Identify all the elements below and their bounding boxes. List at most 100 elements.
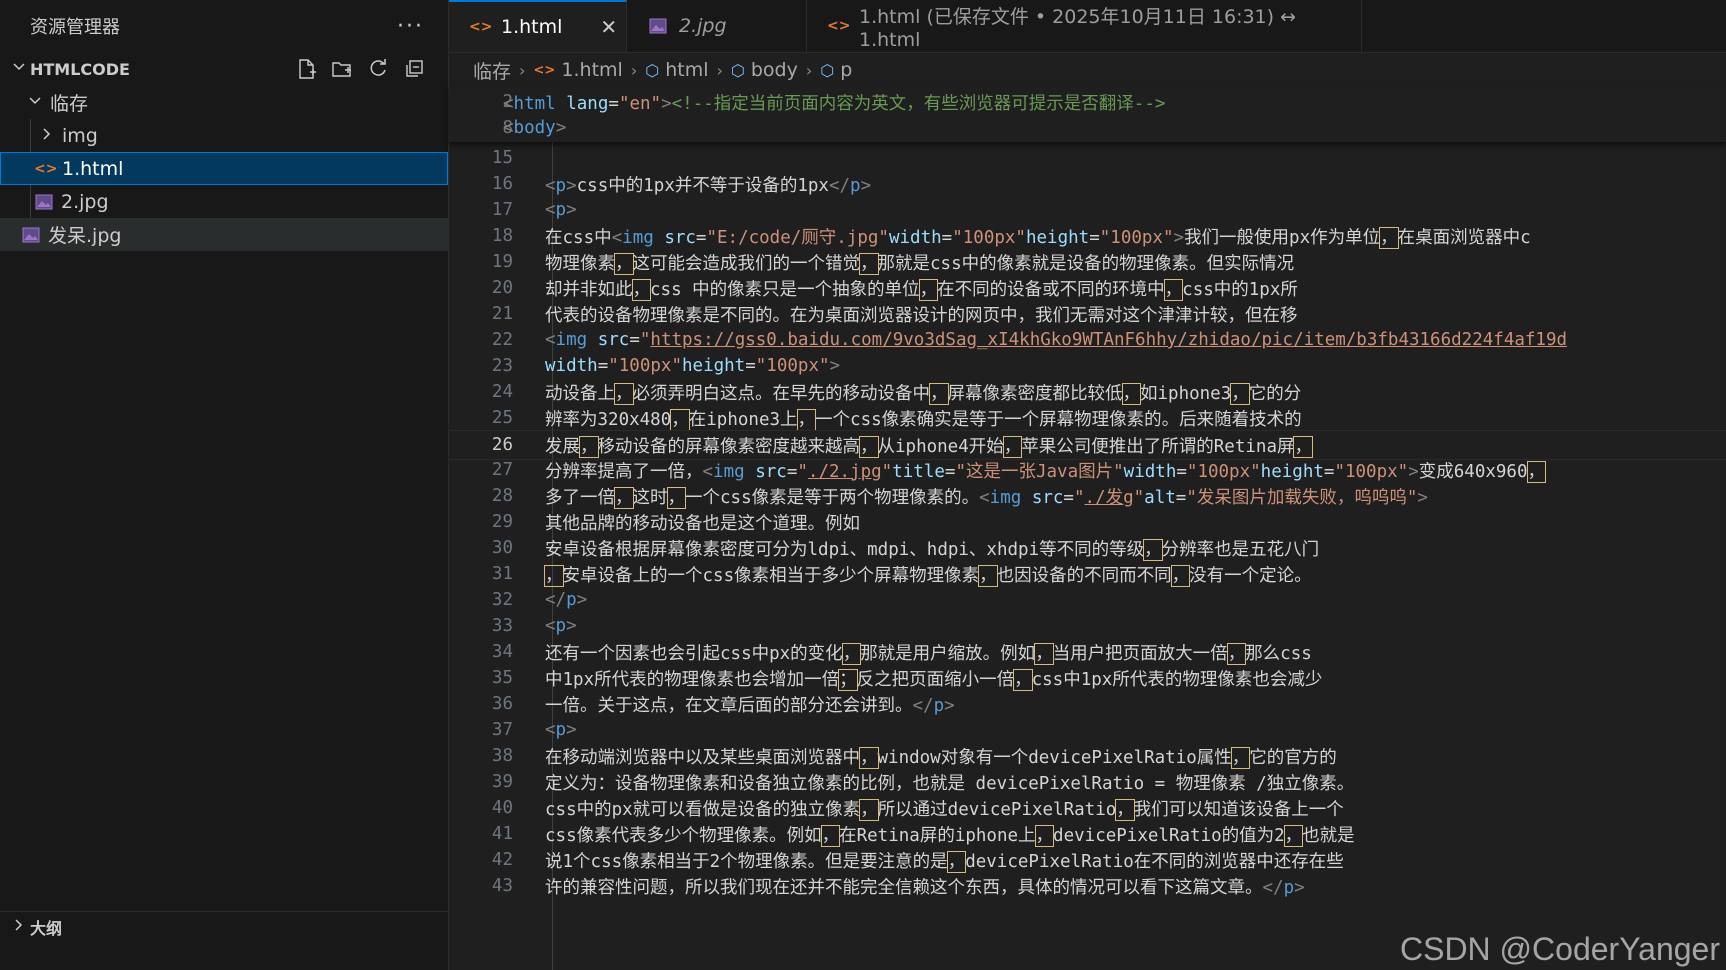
code-line[interactable]: 38 在移动端浏览器中以及某些桌面浏览器中，window对象有一个devicePi… bbox=[449, 742, 1726, 770]
code-token: src bbox=[755, 461, 787, 482]
breadcrumb-item[interactable]: 临存 bbox=[473, 57, 511, 84]
code-token: ， bbox=[1163, 278, 1184, 301]
code-token: < bbox=[545, 330, 556, 350]
code-token: "100px" bbox=[608, 356, 682, 376]
code-line[interactable]: 31 ，安卓设备上的一个css像素相当于多少个屏幕物理像素，也因设备的不同而不同，… bbox=[449, 560, 1726, 588]
chevron-right-icon bbox=[36, 127, 58, 145]
code-line[interactable]: 22 <img src="https://gss0.baidu.com/9vo3d… bbox=[449, 326, 1726, 354]
code-token: 动设备上 bbox=[545, 383, 615, 404]
code-line[interactable]: 19 物理像素，这可能会造成我们的一个错觉，那就是css中的像素就是设备的物理像素… bbox=[449, 248, 1726, 276]
code-line[interactable]: 41 css像素代表多少个物理像素。例如，在Retina屏的iphone上，dev… bbox=[449, 820, 1726, 848]
collapse-all-icon[interactable] bbox=[402, 57, 426, 81]
workspace-section[interactable]: HTMLCODE bbox=[0, 52, 448, 86]
code-token: 这可能会造成我们的一个错觉 bbox=[632, 253, 861, 274]
code-text: 物理像素，这可能会造成我们的一个错觉，那就是css中的像素就是设备的物理像素。但… bbox=[545, 250, 1294, 275]
code-token: ， bbox=[614, 486, 634, 509]
code-line[interactable]: 21 代表的设备物理像素是不同的。在为桌面浏览器设计的网页中，我们无需对这个津津计… bbox=[449, 300, 1726, 328]
element-icon: ⬡ bbox=[730, 60, 745, 80]
code-line[interactable]: 37 <p> bbox=[449, 716, 1726, 744]
code-line[interactable]: 33 <p> bbox=[449, 612, 1726, 640]
code-token: = bbox=[1323, 461, 1335, 482]
code-line[interactable]: 29 其他品牌的移动设备也是这个道理。例如 bbox=[449, 508, 1726, 536]
code-line[interactable]: 43 许的兼容性问题，所以我们现在还并不能完全信赖这个东西，具体的情况可以看下这篇… bbox=[449, 872, 1726, 900]
code-token: 还有一个因素也会引起css中px的变化 bbox=[545, 643, 843, 664]
code-token: < bbox=[545, 200, 556, 220]
code-token: ， bbox=[820, 824, 841, 847]
line-number: 35 bbox=[491, 668, 513, 688]
tree-label: img bbox=[62, 124, 98, 147]
line-number: 31 bbox=[491, 564, 513, 584]
code-token: <!--指定当前页面内容为英文，有些浏览器可提示是否翻译--> bbox=[671, 93, 1166, 114]
new-file-icon[interactable] bbox=[294, 57, 318, 81]
code-token: 当用户把页面放大一倍 bbox=[1052, 643, 1228, 664]
html-file-icon: <> bbox=[469, 19, 493, 35]
code-token: 在桌面浏览器中c bbox=[1397, 227, 1531, 248]
code-line[interactable]: 24 动设备上，必须弄明白这点。在早先的移动设备中，屏幕像素密度都比较低，如iph… bbox=[449, 378, 1726, 406]
code-token: 其他品牌的移动设备也是这个道理。例如 bbox=[545, 513, 860, 534]
code-token: devicePixelRatio在不同的浏览器中还存在些 bbox=[965, 851, 1344, 872]
code-token: css 中的像素只是一个抽象的单位 bbox=[650, 279, 920, 300]
chevron-right-icon: › bbox=[519, 60, 526, 80]
code-token: ， bbox=[670, 408, 690, 431]
code-token: "E:/code/厕守.jpg" bbox=[706, 227, 889, 248]
new-folder-icon[interactable] bbox=[330, 57, 354, 81]
code-editor[interactable]: 2 <html lang="en"><!--指定当前页面内容为英文，有些浏览器可提… bbox=[449, 86, 1726, 970]
breadcrumb-item[interactable]: 1.html bbox=[561, 59, 622, 81]
tab-2jpg[interactable]: 2.jpg bbox=[627, 0, 807, 52]
code-line[interactable]: 17 <p> bbox=[449, 196, 1726, 224]
code-token: ， bbox=[1230, 382, 1250, 405]
code-token: 我们可以知道该设备上一个 bbox=[1133, 799, 1344, 820]
code-token: = bbox=[695, 227, 707, 248]
code-line[interactable]: 23 width="100px"height="100px"> bbox=[449, 352, 1726, 380]
explorer-actions bbox=[294, 57, 448, 81]
code-line[interactable]: 40 css中的px就可以看做是设备的独立像素，所以通过devicePixelRa… bbox=[449, 794, 1726, 822]
code-text: 一倍。关于这点，在文章后面的部分还会讲到。</p> bbox=[545, 692, 955, 717]
code-line[interactable]: 18 在css中<img src="E:/code/厕守.jpg"width="1… bbox=[449, 222, 1726, 250]
code-line[interactable]: 34 还有一个因素也会引起css中px的变化，那就是用户缩放。例如，当用户把页面放… bbox=[449, 638, 1726, 666]
tree-folder-linshi[interactable]: 临存 bbox=[0, 86, 448, 119]
code-line[interactable]: 20 却并非如此，css 中的像素只是一个抽象的单位，在不同的设备或不同的环境中，… bbox=[449, 274, 1726, 302]
code-line[interactable]: 16 <p>css中的1px并不等于设备的1px</p> bbox=[449, 170, 1726, 198]
tree-file-1html[interactable]: <> 1.html bbox=[0, 152, 448, 185]
code-line[interactable]: 42 说1个css像素相当于2个物理像素。但是要注意的是，devicePixelR… bbox=[449, 846, 1726, 874]
code-token: ， bbox=[1143, 538, 1163, 561]
refresh-icon[interactable] bbox=[366, 57, 390, 81]
code-line[interactable]: 35 中1px所代表的物理像素也会增加一倍；反之把页面缩小一倍，css中1px所代… bbox=[449, 664, 1726, 692]
tree-file-2jpg[interactable]: 2.jpg bbox=[0, 185, 448, 218]
code-token: title bbox=[892, 461, 945, 482]
tree-file-fadai[interactable]: 发呆.jpg bbox=[0, 218, 448, 251]
chevron-right-icon: › bbox=[805, 60, 813, 80]
code-token: > bbox=[661, 93, 672, 114]
breadcrumb-item[interactable]: html bbox=[665, 59, 708, 81]
line-number: 30 bbox=[491, 538, 513, 558]
code-token: lang bbox=[566, 93, 609, 114]
code-line[interactable]: 2 <html lang="en"><!--指定当前页面内容为英文，有些浏览器可提… bbox=[449, 88, 1726, 116]
code-token: ， bbox=[614, 382, 634, 405]
more-actions-icon[interactable]: ··· bbox=[397, 14, 424, 39]
code-token: > bbox=[1173, 227, 1185, 248]
explorer-sidebar: 资源管理器 ··· HTMLCODE 临存 img <> 1.html 2.jp… bbox=[0, 0, 449, 970]
breadcrumb-item[interactable]: p bbox=[840, 59, 852, 81]
breadcrumb-item[interactable]: body bbox=[751, 59, 798, 81]
code-line[interactable]: 39 定义为：设备物理像素和设备独立像素的比例，也就是 devicePixelRa… bbox=[449, 768, 1726, 796]
code-line[interactable]: 25 辨率为320x480，在iphone3上，一个css像素确实是等于一个屏幕物… bbox=[449, 404, 1726, 432]
outline-section[interactable]: 大纲 bbox=[0, 912, 448, 942]
code-token: = bbox=[1063, 487, 1074, 508]
code-line[interactable]: 28 多了一倍，这时，一个css像素是等于两个物理像素的。<img src="./… bbox=[449, 482, 1726, 510]
code-line[interactable]: 15 bbox=[449, 144, 1726, 172]
tab-1html[interactable]: <> 1.html ✕ bbox=[449, 0, 627, 52]
code-token: "100px" bbox=[952, 227, 1026, 248]
code-line[interactable]: 27 分辨率提高了一倍，<img src="./2.jpg"title="这是一张… bbox=[449, 456, 1726, 484]
code-line[interactable]: 30 安卓设备根据屏幕像素密度可分为ldpi、mdpi、hdpi、xhdpi等不同… bbox=[449, 534, 1726, 562]
close-icon[interactable]: ✕ bbox=[600, 15, 617, 39]
tab-compare[interactable]: <> 1.html (已保存文件 • 2025年10月11日 16:31) ↔ … bbox=[807, 0, 1362, 52]
code-token: > bbox=[1294, 877, 1305, 898]
tree-folder-img[interactable]: img bbox=[0, 119, 448, 152]
code-line[interactable]: 8 <body> bbox=[449, 114, 1726, 142]
code-line[interactable]: 36 一倍。关于这点，在文章后面的部分还会讲到。</p> bbox=[449, 690, 1726, 718]
code-token: ， bbox=[841, 642, 862, 665]
code-token: ， bbox=[859, 252, 879, 275]
code-token: 那么css bbox=[1245, 643, 1312, 664]
code-token: 屏幕像素密度都比较低 bbox=[947, 383, 1123, 404]
code-line[interactable]: 32 </p> bbox=[449, 586, 1726, 614]
